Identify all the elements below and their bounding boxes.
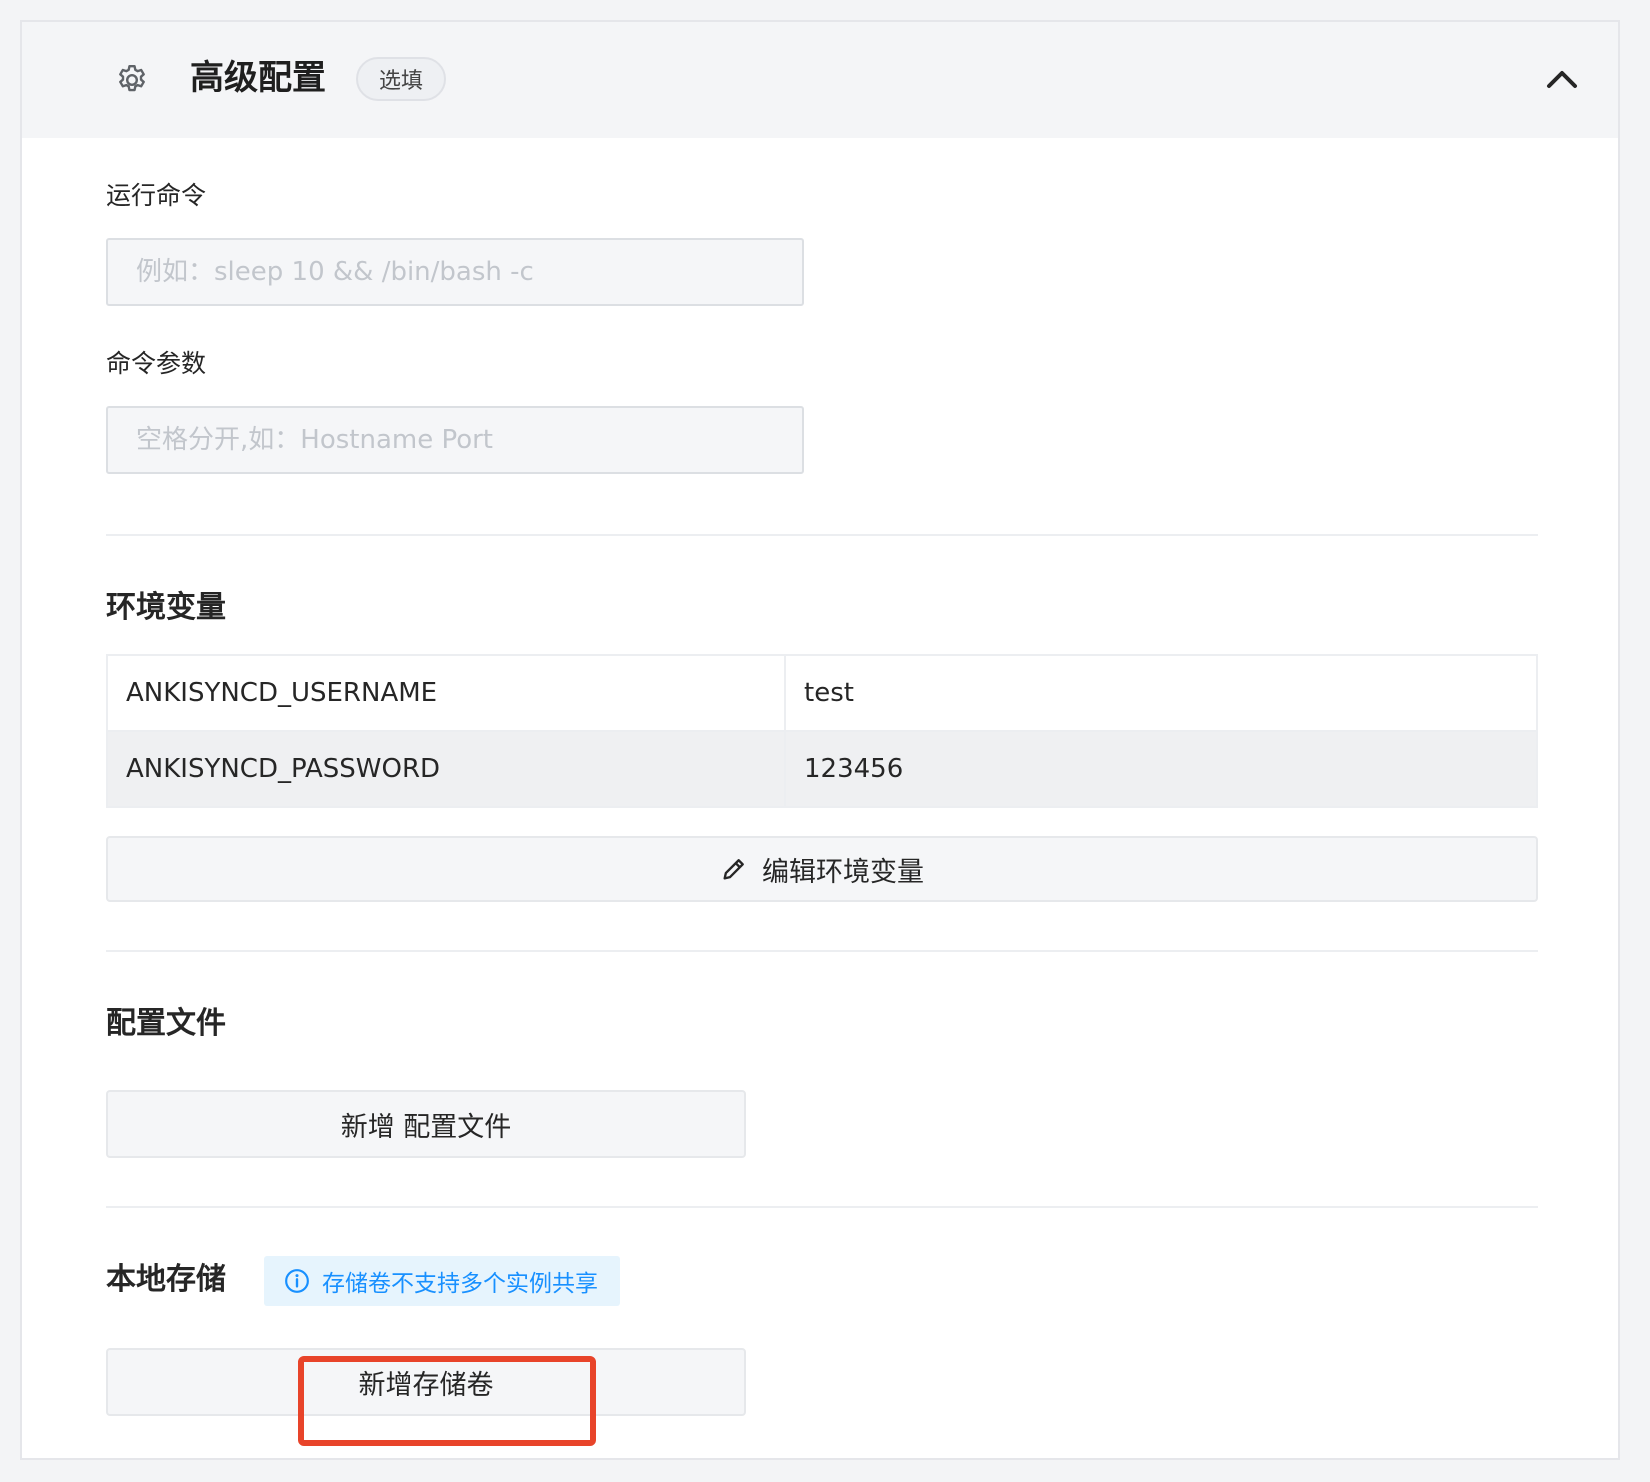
edit-env-vars-label: 编辑环境变量 (762, 856, 924, 888)
add-config-file-button[interactable]: 新增 配置文件 (106, 1090, 746, 1158)
env-key: ANKISYNCD_PASSWORD (106, 730, 786, 808)
run-command-label: 运行命令 (106, 181, 207, 210)
panel-title: 高级配置 (190, 58, 326, 98)
optional-badge: 选填 (356, 57, 446, 101)
advanced-config-panel: 高级配置 选填 运行命令 命令参数 环境变量 ANKISYNCD_USERNAM… (20, 20, 1620, 1460)
env-vars-table: ANKISYNCD_USERNAME test ANKISYNCD_PASSWO… (106, 654, 1538, 808)
env-value: test (784, 654, 1538, 732)
storage-info-text: 存储卷不支持多个实例共享 (322, 1271, 598, 1297)
storage-info-badge: 存储卷不支持多个实例共享 (264, 1256, 620, 1306)
divider (106, 1206, 1538, 1208)
table-row: ANKISYNCD_USERNAME test (106, 654, 1538, 732)
local-storage-title: 本地存储 (106, 1262, 226, 1297)
env-value: 123456 (784, 730, 1538, 808)
run-command-input[interactable] (106, 238, 804, 306)
divider (106, 534, 1538, 536)
gear-icon (119, 65, 145, 92)
command-args-input[interactable] (106, 406, 804, 474)
info-icon (285, 1269, 309, 1293)
env-vars-title: 环境变量 (106, 590, 226, 625)
pencil-icon (723, 859, 744, 880)
panel-header[interactable]: 高级配置 选填 (22, 22, 1618, 138)
env-key: ANKISYNCD_USERNAME (106, 654, 786, 732)
divider (106, 950, 1538, 952)
command-args-label: 命令参数 (106, 349, 207, 378)
chevron-up-icon[interactable] (1544, 64, 1580, 92)
table-row: ANKISYNCD_PASSWORD 123456 (106, 730, 1538, 808)
config-files-title: 配置文件 (106, 1006, 226, 1041)
add-storage-volume-button[interactable]: 新增存储卷 (106, 1348, 746, 1416)
edit-env-vars-button[interactable]: 编辑环境变量 (106, 836, 1538, 902)
